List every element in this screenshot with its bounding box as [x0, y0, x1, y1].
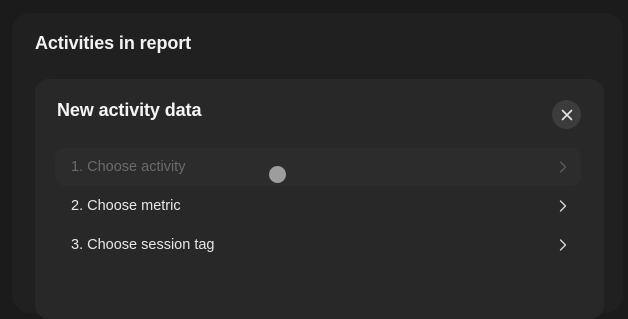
pointer-cursor [269, 166, 286, 183]
step-choose-activity[interactable]: 1. Choose activity [55, 148, 581, 186]
step-label: 1. Choose activity [71, 159, 186, 175]
chevron-right-icon [559, 161, 567, 173]
panel-title: New activity data [57, 100, 202, 120]
step-label: 2. Choose metric [71, 198, 181, 214]
close-button[interactable] [552, 100, 581, 129]
activities-card: Activities in report New activity data 1… [12, 13, 623, 319]
chevron-right-icon [559, 239, 567, 251]
card-title: Activities in report [35, 33, 192, 53]
chevron-right-icon [559, 200, 567, 212]
step-list: 1. Choose activity 2. Choose metric 3. C… [55, 148, 581, 265]
step-label: 3. Choose session tag [71, 237, 215, 253]
step-choose-session-tag[interactable]: 3. Choose session tag [55, 226, 581, 264]
close-icon [561, 109, 572, 120]
step-choose-metric[interactable]: 2. Choose metric [55, 187, 581, 225]
new-activity-panel: New activity data 1. Choose activity 2. … [35, 79, 604, 319]
